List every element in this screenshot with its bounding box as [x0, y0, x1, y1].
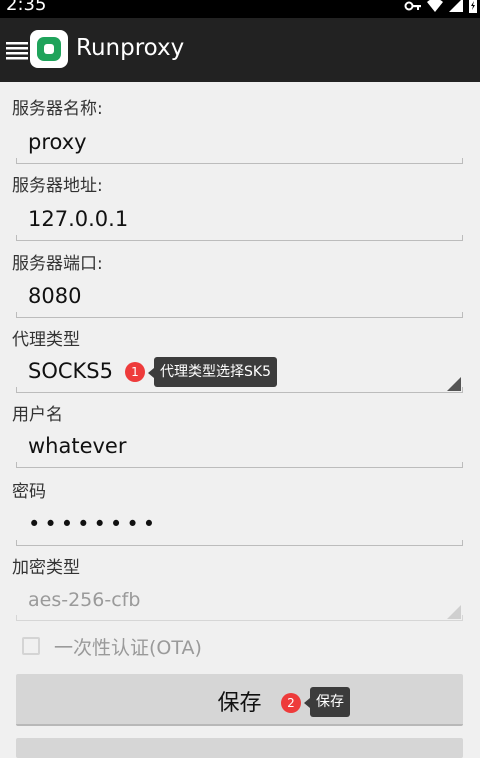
ota-checkbox: [22, 637, 40, 655]
username-value: whatever: [28, 434, 127, 458]
menu-icon[interactable]: [6, 40, 30, 60]
cipher-label: 加密类型: [12, 558, 80, 578]
server-port-value: 8080: [28, 284, 82, 308]
annotation-tooltip-1: 代理类型选择SK5: [148, 357, 277, 387]
ota-checkbox-label: 一次性认证(OTA): [54, 637, 202, 659]
annotation-badge-2: 2: [281, 693, 301, 713]
server-name-value: proxy: [28, 130, 87, 154]
password-value: ••••••••: [28, 512, 160, 536]
password-label: 密码: [12, 482, 46, 502]
cell-signal-icon: [449, 0, 463, 12]
cipher-select: aes-256-cfb: [16, 581, 463, 621]
server-address-value: 127.0.0.1: [28, 207, 129, 231]
username-input[interactable]: whatever: [16, 428, 463, 468]
server-port-label: 服务器端口:: [12, 254, 103, 274]
status-icons: [404, 0, 478, 14]
battery-icon: [469, 0, 477, 13]
app-title: Runproxy: [76, 35, 185, 61]
password-input[interactable]: ••••••••: [16, 506, 463, 546]
annotation-badge-1: 1: [125, 362, 145, 382]
status-time: 2:35: [6, 0, 47, 15]
annotation-tooltip-2: 保存: [304, 687, 350, 717]
proxy-type-label: 代理类型: [12, 330, 80, 350]
server-name-label: 服务器名称:: [12, 99, 103, 119]
server-port-input[interactable]: 8080: [16, 278, 463, 318]
vpn-key-icon: [404, 1, 421, 11]
status-bar: 2:35: [0, 0, 480, 18]
server-address-label: 服务器地址:: [12, 176, 103, 196]
save-button-label: 保存: [217, 691, 262, 716]
app-logo-icon: [30, 30, 68, 68]
save-button[interactable]: 保存: [16, 674, 463, 726]
secondary-button[interactable]: [16, 738, 463, 758]
cipher-value: aes-256-cfb: [28, 589, 141, 611]
dropdown-arrow-icon: [447, 377, 461, 391]
app-bar: Runproxy: [0, 18, 480, 82]
dropdown-arrow-icon: [447, 605, 461, 619]
server-address-input[interactable]: 127.0.0.1: [16, 201, 463, 241]
wifi-icon: [427, 0, 443, 12]
proxy-type-value: SOCKS5: [28, 359, 113, 383]
username-label: 用户名: [12, 405, 63, 425]
server-name-input[interactable]: proxy: [16, 124, 463, 164]
